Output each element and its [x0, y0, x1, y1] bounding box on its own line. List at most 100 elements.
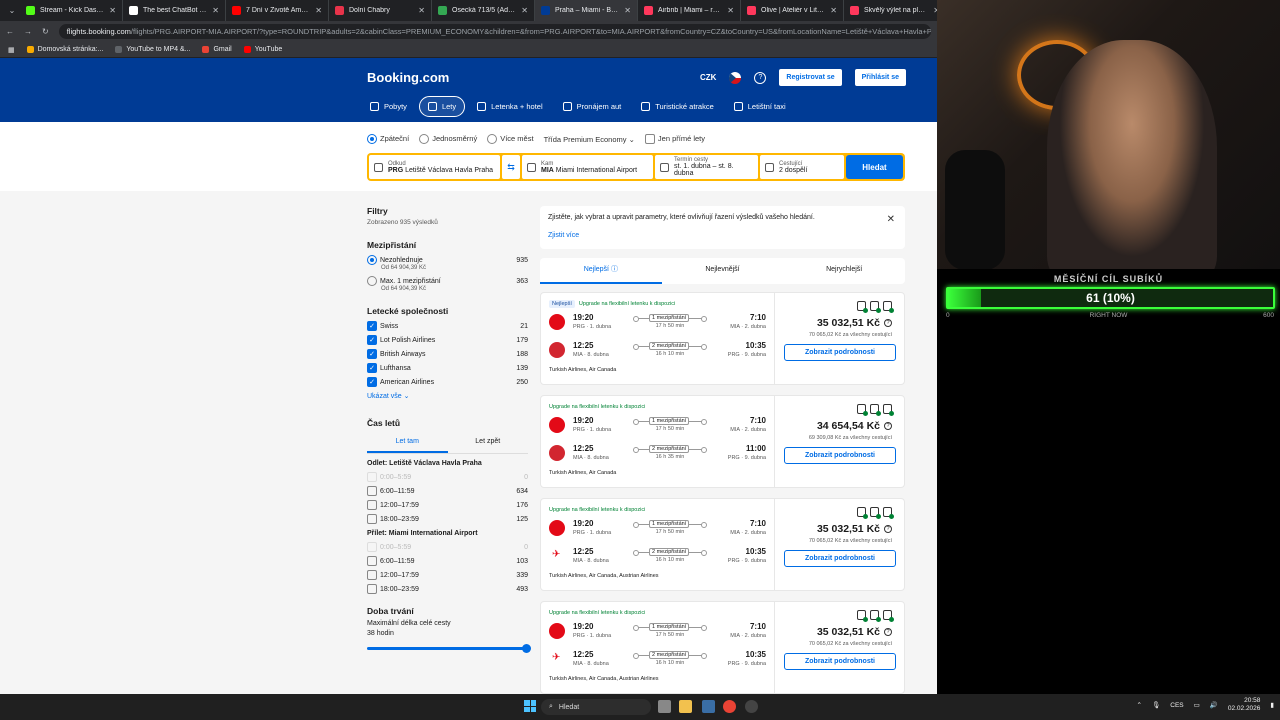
- nav-item[interactable]: Letištní taxi: [726, 96, 794, 117]
- close-icon[interactable]: ✕: [830, 6, 837, 15]
- close-icon[interactable]: ✕: [418, 6, 425, 15]
- login-button[interactable]: Přihlásit se: [854, 69, 906, 86]
- bookmark-item[interactable]: Gmail: [202, 46, 232, 53]
- time-range-option[interactable]: 18:00–23:59 493: [367, 582, 528, 596]
- back-icon[interactable]: ←: [6, 27, 14, 36]
- date-field[interactable]: Termín cesty st. 1. dubna – st. 8. dubna: [655, 155, 758, 179]
- total-price: 69 309,08 Kč za všechny cestující: [808, 435, 892, 441]
- trip-multicity-option[interactable]: Více měst: [487, 134, 534, 145]
- chrome-icon[interactable]: [723, 700, 736, 713]
- nav-item[interactable]: Turistické atrakce: [633, 96, 722, 117]
- price-info-icon[interactable]: ?: [884, 422, 892, 431]
- close-icon[interactable]: ✕: [521, 6, 528, 15]
- apps-icon[interactable]: ▦: [8, 46, 15, 54]
- mic-icon[interactable]: 🎙: [1152, 701, 1160, 709]
- departure-time: 12:25: [573, 444, 594, 453]
- close-icon[interactable]: ✕: [212, 6, 219, 15]
- price-info-icon[interactable]: ?: [884, 628, 892, 637]
- nav-item[interactable]: Pobyty: [362, 96, 415, 117]
- close-icon[interactable]: ✕: [624, 6, 631, 15]
- help-icon[interactable]: ?: [754, 71, 767, 84]
- to-field[interactable]: Kam MIA Miami International Airport: [522, 155, 653, 179]
- file-explorer-icon[interactable]: [679, 700, 692, 713]
- nav-item[interactable]: Letenka + hotel: [469, 96, 551, 117]
- close-icon[interactable]: ✕: [887, 214, 895, 225]
- language-flag-icon[interactable]: [729, 71, 742, 84]
- nav-label: Letištní taxi: [747, 102, 786, 111]
- forward-icon[interactable]: →: [24, 27, 32, 36]
- learn-more-link[interactable]: Zjistit více: [548, 232, 897, 239]
- duration-slider[interactable]: [367, 644, 531, 653]
- bookmark-item[interactable]: Domovská stránka:...: [26, 46, 103, 53]
- taskbar-search[interactable]: ⌕ Hledat: [541, 699, 651, 715]
- details-button[interactable]: Zobrazit podrobnosti: [784, 550, 896, 567]
- trip-oneway-option[interactable]: Jednosměrný: [419, 134, 477, 145]
- airline-option[interactable]: ✓ British Airways 188: [367, 347, 528, 361]
- obs-icon[interactable]: [745, 700, 758, 713]
- browser-tab[interactable]: Osecká 713/5 (Adresa) - Ma ✕: [432, 0, 535, 21]
- nav-item[interactable]: Pronájem aut: [555, 96, 630, 117]
- details-button[interactable]: Zobrazit podrobnosti: [784, 653, 896, 670]
- tab-fastest[interactable]: Nejrychlejší: [783, 258, 905, 284]
- swap-locations-button[interactable]: ⇆: [502, 155, 520, 179]
- task-view-icon[interactable]: [658, 700, 671, 713]
- flight-result-card[interactable]: Upgrade na flexibilní letenku k dispozic…: [540, 498, 905, 591]
- details-button[interactable]: Zobrazit podrobnosti: [784, 447, 896, 464]
- tab-best[interactable]: Nejlepší ⓘ: [540, 258, 662, 284]
- cabin-class-select[interactable]: Třída Premium Economy ⌄: [544, 135, 635, 144]
- browser-tab[interactable]: Stream - Kick Dashboard ✕: [20, 0, 123, 21]
- network-icon[interactable]: ▭: [1194, 701, 1200, 709]
- search-button[interactable]: Hledat: [846, 155, 903, 179]
- browser-tab[interactable]: 7 Dní v Životě Amerického ✕: [226, 0, 329, 21]
- from-field[interactable]: Odkud PRG Letiště Václava Havla Praha: [369, 155, 500, 179]
- tab-search-icon[interactable]: ⌄: [4, 6, 20, 15]
- close-icon[interactable]: ✕: [109, 6, 116, 15]
- browser-tab[interactable]: Olive | Ateliér v Little Hav ✕: [741, 0, 844, 21]
- airline-option[interactable]: ✓ Lot Polish Airlines 179: [367, 333, 528, 347]
- currency-selector[interactable]: CZK: [700, 73, 716, 82]
- close-icon[interactable]: ✕: [727, 6, 734, 15]
- flight-result-card[interactable]: Upgrade na flexibilní letenku k dispozic…: [540, 395, 905, 488]
- browser-tab[interactable]: The best ChatBot and Wi ✕: [123, 0, 226, 21]
- airline-option[interactable]: ✓ Lufthansa 139: [367, 361, 528, 375]
- close-icon[interactable]: ✕: [315, 6, 322, 15]
- passengers-field[interactable]: Cestující 2 dospělí: [760, 155, 844, 179]
- booking-logo[interactable]: Booking.com: [367, 70, 449, 85]
- bookmark-item[interactable]: YouTube to MP4 &...: [115, 46, 190, 53]
- browser-tab[interactable]: Praha – Miami - Booking.co ✕: [535, 0, 638, 21]
- clock[interactable]: 20:58 02.02.2026: [1228, 697, 1261, 713]
- browser-tab[interactable]: Dolní Chabry ✕: [329, 0, 432, 21]
- details-button[interactable]: Zobrazit podrobnosti: [784, 344, 896, 361]
- time-range-option[interactable]: 12:00–17:59 176: [367, 498, 528, 512]
- volume-icon[interactable]: 🔊: [1210, 701, 1218, 709]
- tab-cheapest[interactable]: Nejlevnější: [662, 258, 784, 284]
- arrival-time: 7:10: [749, 519, 766, 528]
- time-range-option[interactable]: 6:00–11:59 103: [367, 554, 528, 568]
- chevron-up-icon[interactable]: ⌃: [1137, 701, 1142, 709]
- time-range-option[interactable]: 12:00–17:59 339: [367, 568, 528, 582]
- browser-tab[interactable]: Airbnb | Miami – rekreační ✕: [638, 0, 741, 21]
- flight-result-card[interactable]: Nejlepší Upgrade na flexibilní letenku k …: [540, 292, 905, 385]
- register-button[interactable]: Registrovat se: [779, 69, 842, 86]
- airline-option[interactable]: ✓ American Airlines 250: [367, 375, 528, 389]
- language-indicator[interactable]: CES: [1170, 702, 1183, 709]
- show-all-airlines-link[interactable]: Ukázat vše ⌄: [367, 392, 528, 400]
- store-icon[interactable]: [702, 700, 715, 713]
- time-range-option[interactable]: 6:00–11:59 634: [367, 484, 528, 498]
- start-icon[interactable]: [524, 700, 536, 712]
- reload-icon[interactable]: ↻: [42, 27, 49, 36]
- price-info-icon[interactable]: ?: [884, 525, 892, 534]
- notification-icon[interactable]: ▮: [1270, 701, 1274, 709]
- time-range-option[interactable]: 18:00–23:59 125: [367, 512, 528, 526]
- price-info-icon[interactable]: ?: [884, 319, 892, 328]
- direct-only-checkbox[interactable]: Jen přímé lety: [644, 134, 705, 145]
- trip-roundtrip-option[interactable]: Zpáteční: [367, 134, 409, 145]
- url-input[interactable]: flights.booking.com/flights/PRG.AIRPORT-…: [58, 24, 931, 39]
- airline-option[interactable]: ✓ Swiss 21: [367, 319, 528, 333]
- browser-tab[interactable]: Skvělý výlet na pláž - By✕: [844, 0, 947, 21]
- tab-outbound[interactable]: Let tam: [367, 438, 448, 453]
- bookmark-item[interactable]: YouTube: [243, 46, 282, 53]
- tab-return[interactable]: Let zpět: [448, 438, 529, 453]
- nav-item[interactable]: Lety: [418, 96, 466, 117]
- flight-result-card[interactable]: Upgrade na flexibilní letenku k dispozic…: [540, 601, 905, 694]
